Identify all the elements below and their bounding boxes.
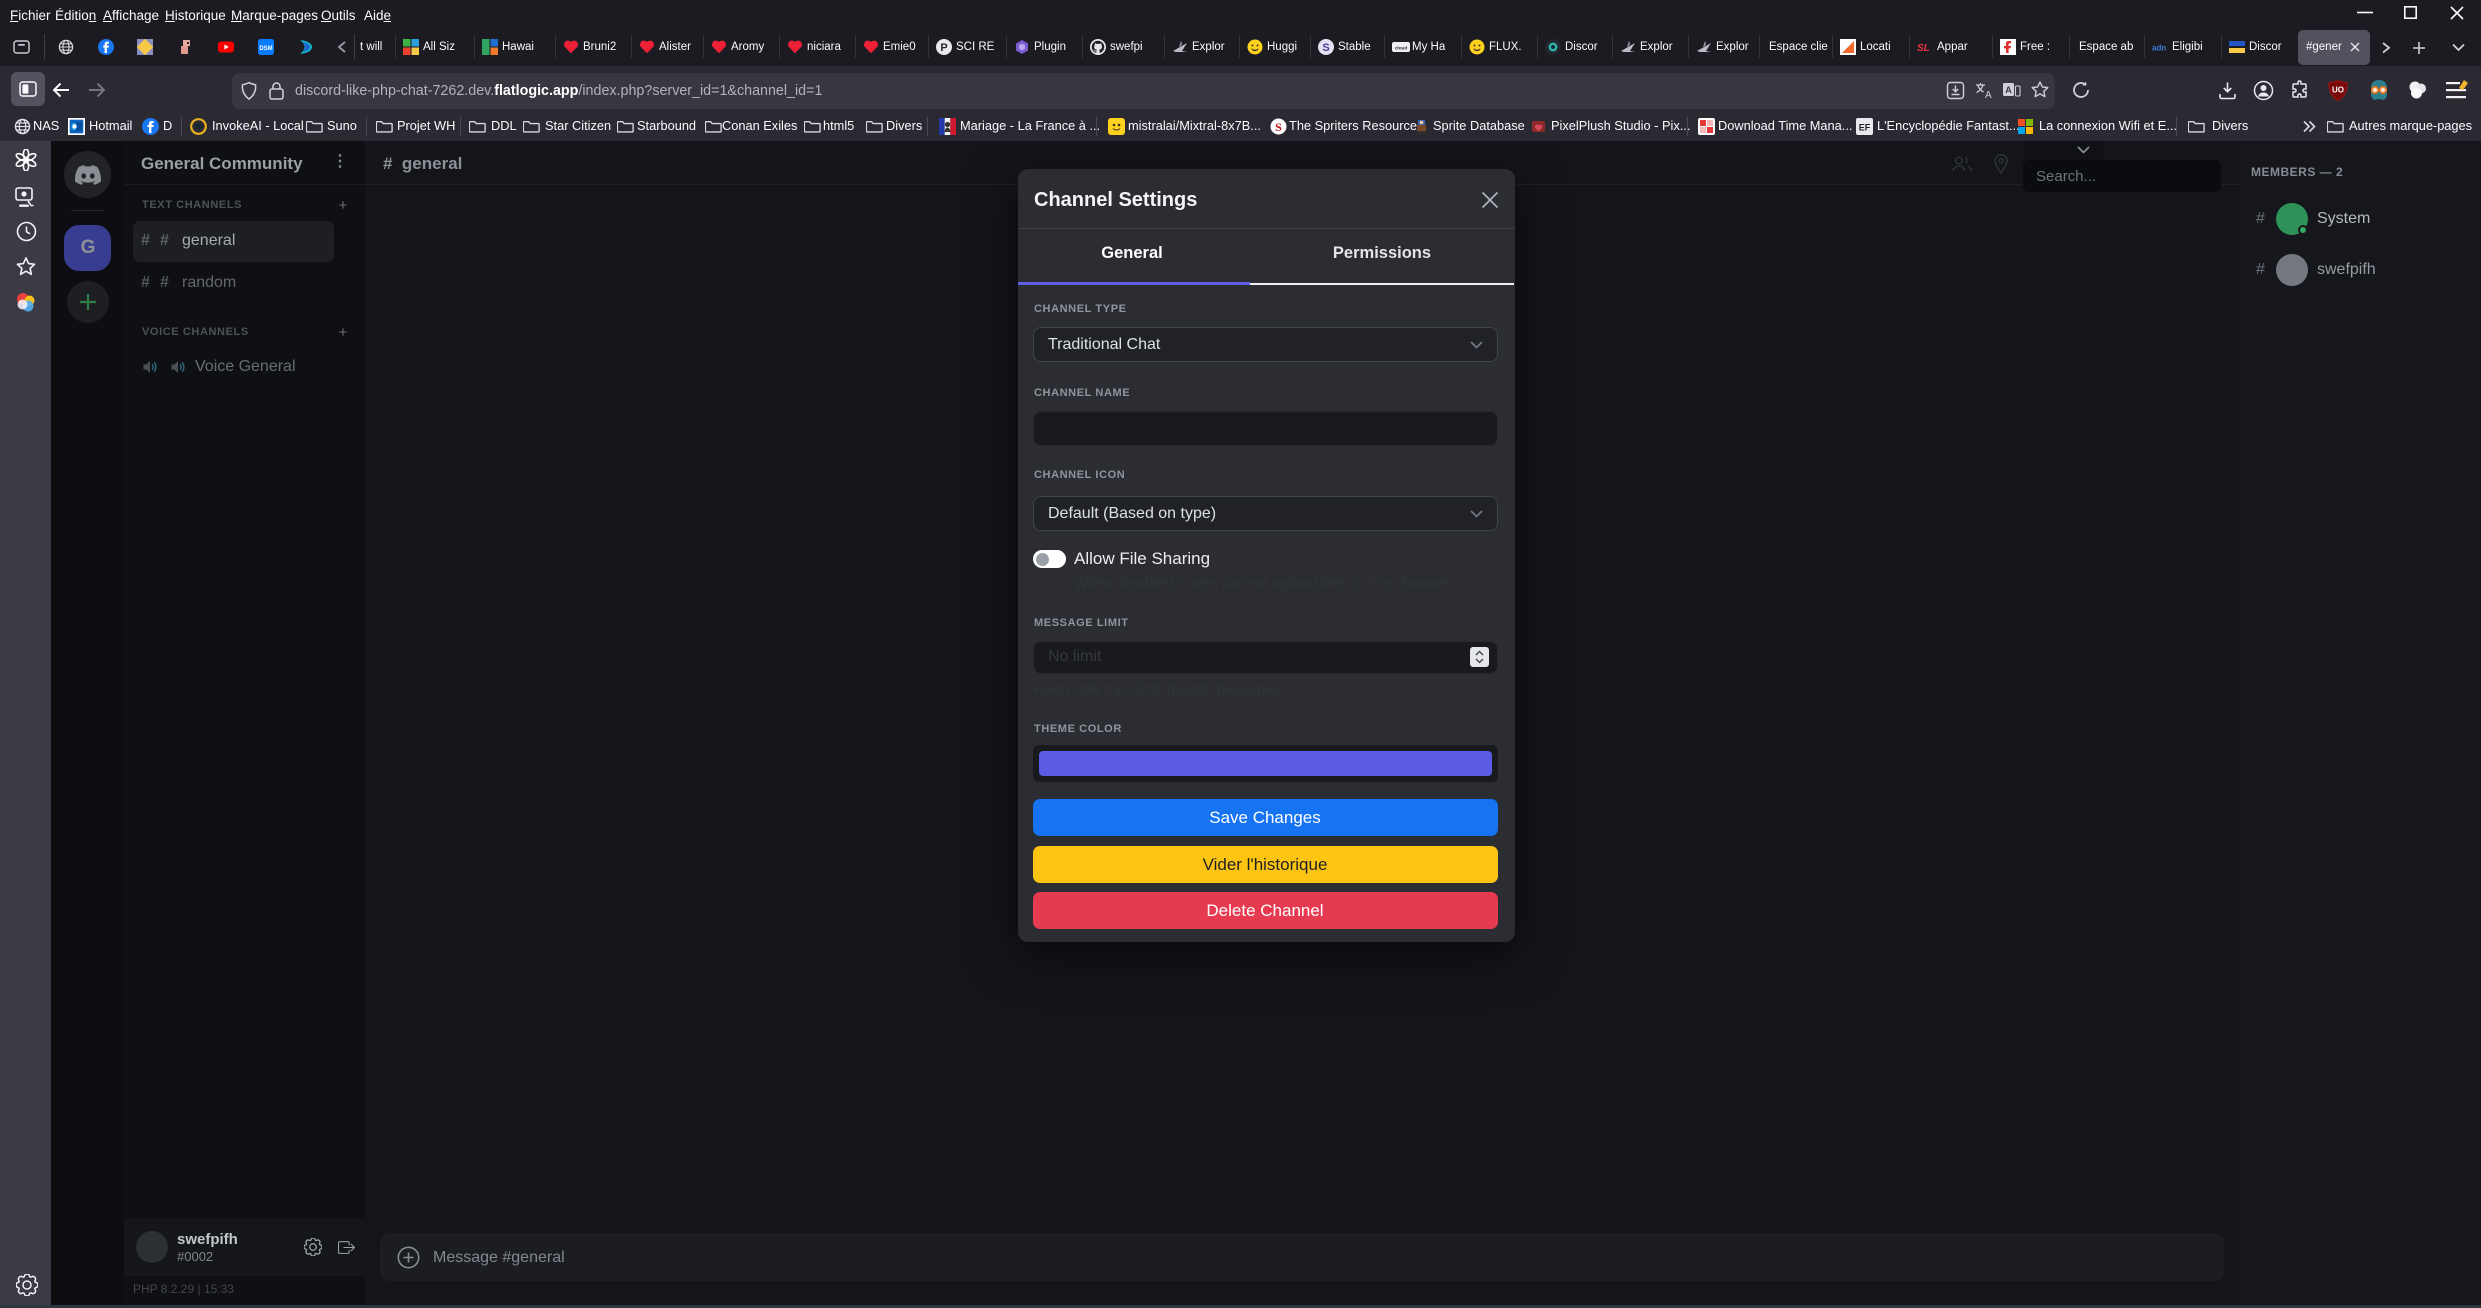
svg-text:S: S <box>1275 120 1282 134</box>
svg-text:DSM: DSM <box>259 46 272 52</box>
svg-text:S: S <box>1322 42 1329 54</box>
svg-text:cloud: cloud <box>1395 46 1407 51</box>
svg-text:adn: adn <box>2152 44 2166 53</box>
svg-text:A: A <box>2005 85 2012 95</box>
svg-text:UO: UO <box>2332 86 2344 95</box>
svg-text:SL: SL <box>1917 43 1930 54</box>
svg-text:EF: EF <box>1859 123 1871 133</box>
svg-text:A: A <box>1985 90 1992 100</box>
svg-text:P: P <box>940 42 947 54</box>
